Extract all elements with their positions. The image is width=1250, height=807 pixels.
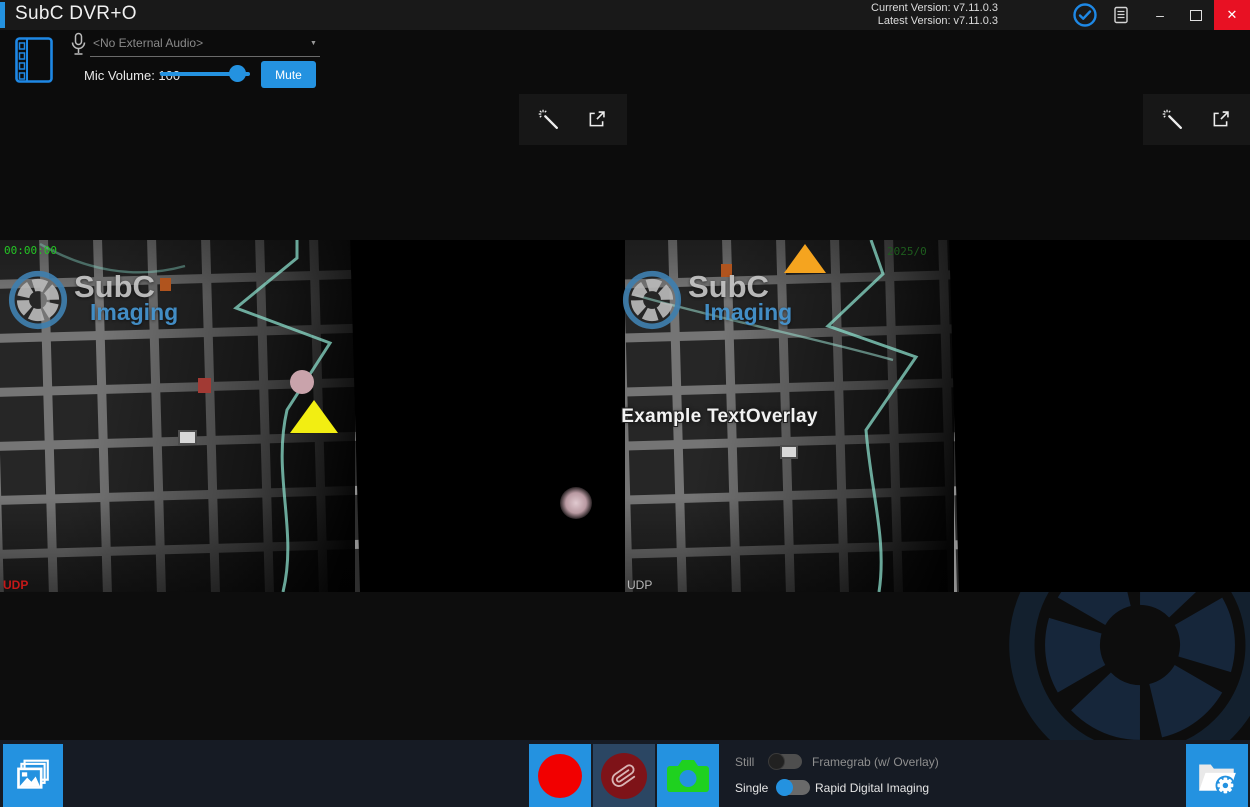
gallery-button[interactable] <box>3 744 63 807</box>
rapid-imaging-toggle[interactable] <box>777 780 810 795</box>
background-aperture-logo <box>1005 592 1250 740</box>
watermark-text: SubC Imaging <box>688 272 792 324</box>
enhance-button-right[interactable] <box>1156 103 1190 137</box>
latest-version-label: Latest Version: v7.11.0.3 <box>871 15 998 28</box>
select-underline <box>90 56 320 57</box>
record-icon <box>538 754 582 798</box>
single-label: Single <box>735 781 768 795</box>
maximize-icon <box>1190 10 1202 21</box>
log-button[interactable] <box>1108 2 1134 28</box>
toggle-thumb <box>776 779 793 796</box>
maximize-button[interactable] <box>1178 0 1214 30</box>
current-version-label: Current Version: v7.11.0.3 <box>871 2 998 15</box>
framegrab-toggle[interactable] <box>769 754 802 769</box>
attach-clip-button[interactable] <box>593 744 655 807</box>
log-document-icon <box>1111 5 1131 25</box>
film-strip-icon <box>15 37 53 83</box>
marker-triangle-orange <box>784 244 826 273</box>
floating-particle <box>560 487 592 519</box>
folder-gear-icon <box>1195 755 1239 797</box>
mute-button[interactable]: Mute <box>261 61 316 88</box>
snapshot-button[interactable] <box>657 744 719 807</box>
audio-source-value: <No External Audio> <box>93 36 203 50</box>
protocol-label-left: UDP <box>3 578 28 592</box>
still-label: Still <box>735 755 754 769</box>
target-dot <box>290 370 314 394</box>
clip-circle <box>601 753 647 799</box>
recordings-panel-button[interactable] <box>15 37 53 88</box>
framegrab-label: Framegrab (w/ Overlay) <box>812 755 939 769</box>
app-window: SubC DVR+O Current Version: v7.11.0.3 La… <box>0 0 1250 807</box>
target-chip <box>178 430 197 445</box>
open-folder-button[interactable] <box>1186 744 1248 807</box>
magic-wand-icon <box>1162 109 1184 131</box>
watermark-text: SubC Imaging <box>74 272 178 324</box>
popout-button-right[interactable] <box>1203 103 1237 137</box>
magic-wand-icon <box>538 109 560 131</box>
color-target <box>198 378 211 393</box>
watermark-title: SubC <box>688 272 792 301</box>
marker-triangle-yellow <box>290 400 338 433</box>
rapid-label: Rapid Digital Imaging <box>815 781 929 795</box>
popout-button-left[interactable] <box>580 103 614 137</box>
minimize-button[interactable]: – <box>1142 0 1178 30</box>
right-feed-toolbar <box>1143 94 1250 145</box>
microphone-icon <box>70 32 87 62</box>
close-button[interactable]: ✕ <box>1214 0 1250 30</box>
capture-control-bar: Still Framegrab (w/ Overlay) Single Rapi… <box>0 740 1250 807</box>
protocol-label-right: UDP <box>627 578 652 592</box>
paperclip-icon <box>609 760 639 790</box>
camera-icon <box>665 758 711 794</box>
external-window-icon <box>1210 109 1231 130</box>
datestamp-overlay: 2025/0 <box>887 245 927 258</box>
aperture-logo-icon <box>8 270 68 330</box>
image-gallery-icon <box>14 759 52 793</box>
slider-thumb[interactable] <box>229 65 246 82</box>
update-check-icon[interactable] <box>1072 2 1098 28</box>
gear-icon <box>1216 775 1236 795</box>
subc-watermark-right: SubC Imaging <box>622 270 792 330</box>
titlebar: SubC DVR+O Current Version: v7.11.0.3 La… <box>0 0 1250 30</box>
record-button[interactable] <box>529 744 591 807</box>
text-overlay: Example TextOverlay <box>612 406 827 428</box>
aperture-logo-icon <box>622 270 682 330</box>
mic-volume-slider[interactable] <box>160 65 250 83</box>
lower-panel <box>0 592 1250 740</box>
timecode-overlay: 00:00:00 <box>4 244 57 257</box>
version-info: Current Version: v7.11.0.3 Latest Versio… <box>871 2 998 28</box>
titlebar-accent <box>0 2 5 28</box>
external-window-icon <box>586 109 607 130</box>
app-title: SubC DVR+O <box>15 3 137 25</box>
watermark-subtitle: Imaging <box>704 301 792 324</box>
video-preview-area: 00:00:00 2025/0 SubC Imaging SubC Imagin… <box>0 240 1250 592</box>
target-chip <box>780 445 798 459</box>
left-feed-toolbar <box>519 94 627 145</box>
enhance-button-left[interactable] <box>532 103 566 137</box>
watermark-title: SubC <box>74 272 178 301</box>
toggle-thumb <box>768 753 785 770</box>
subc-watermark-left: SubC Imaging <box>8 270 178 330</box>
checkmark-circle-icon <box>1072 2 1098 28</box>
chevron-down-icon: ▼ <box>310 40 317 47</box>
watermark-subtitle: Imaging <box>90 301 178 324</box>
